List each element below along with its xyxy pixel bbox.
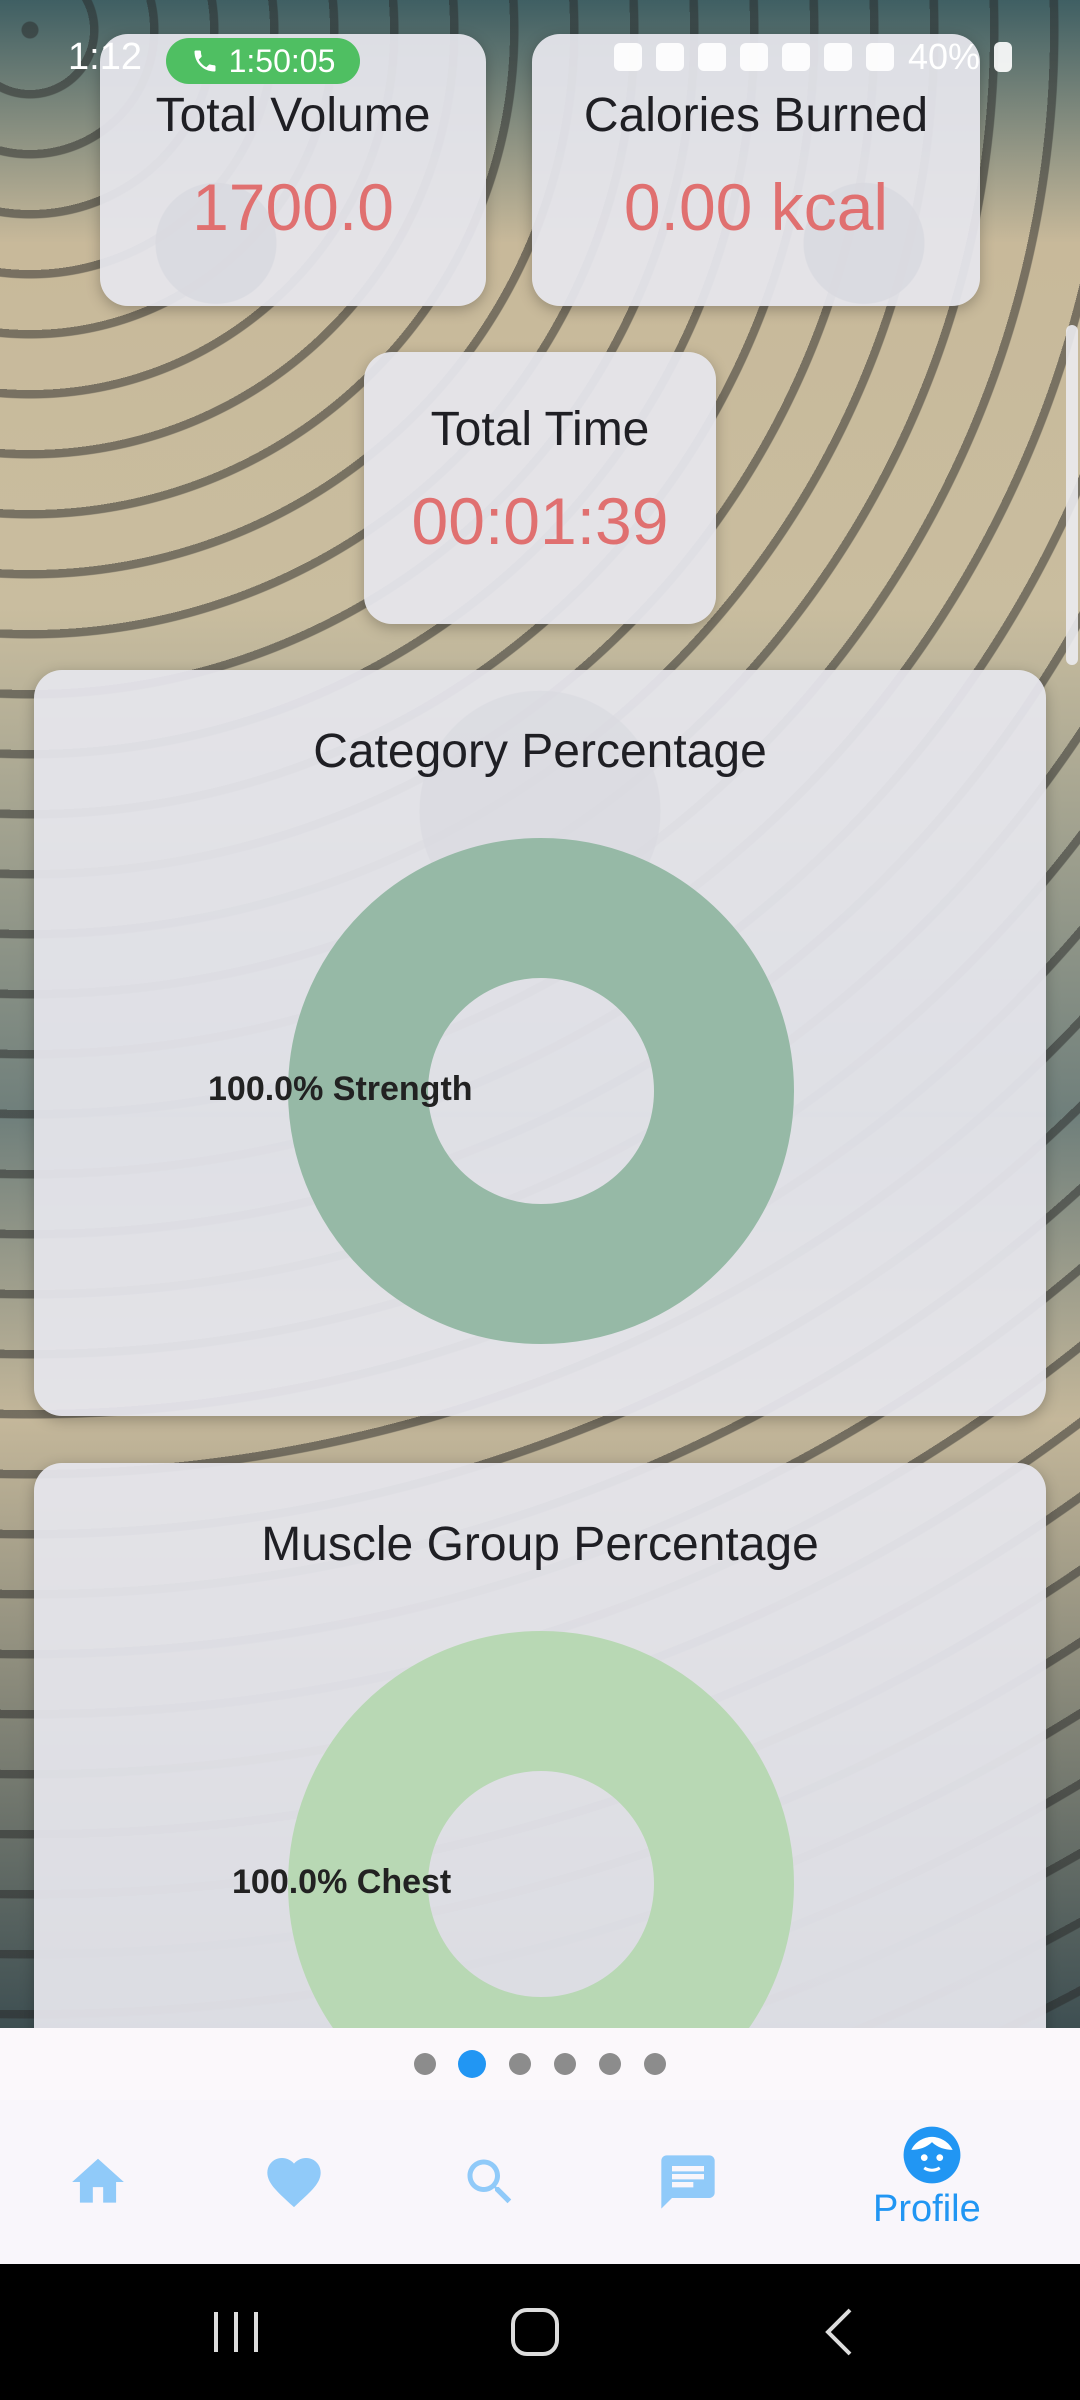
status-icons: 40% bbox=[613, 36, 1012, 78]
call-timer: 1:50:05 bbox=[228, 42, 336, 79]
nav-favorites[interactable] bbox=[224, 2100, 364, 2264]
notification-icon bbox=[613, 43, 642, 71]
page-dot-1[interactable] bbox=[414, 2053, 436, 2075]
wifi-call-icon bbox=[781, 43, 810, 71]
nav-profile-label: Profile bbox=[873, 2188, 981, 2230]
scrollbar[interactable] bbox=[1066, 325, 1078, 665]
data-4g-icon bbox=[823, 43, 852, 71]
total-time-card: Total Time 00:01:39 bbox=[364, 352, 716, 624]
nav-messages[interactable] bbox=[618, 2100, 758, 2264]
phone-icon bbox=[194, 50, 216, 72]
home-button-icon[interactable] bbox=[505, 2304, 565, 2360]
page-dot-6[interactable] bbox=[644, 2053, 666, 2075]
page-dot-2[interactable] bbox=[458, 2050, 486, 2078]
muscle-donut-chart bbox=[288, 1631, 794, 2031]
total-time-value: 00:01:39 bbox=[411, 484, 669, 558]
nav-home[interactable] bbox=[28, 2100, 168, 2264]
signal-icon bbox=[865, 43, 894, 71]
page-dot-4[interactable] bbox=[554, 2053, 576, 2075]
recent-apps-icon[interactable] bbox=[206, 2304, 266, 2360]
muscle-slice-label: 100.0% Chest bbox=[232, 1863, 452, 1901]
profile-icon bbox=[903, 2126, 961, 2184]
ongoing-call-pill[interactable]: 1:50:05 bbox=[166, 38, 360, 84]
calories-value: 0.00 kcal bbox=[623, 170, 889, 244]
total-time-title: Total Time bbox=[430, 403, 650, 456]
category-chart-card: Category Percentage 100.0% Strength bbox=[34, 670, 1046, 1416]
category-chart-title: Category Percentage bbox=[313, 725, 767, 778]
total-volume-value: 1700.0 bbox=[192, 170, 394, 244]
page-indicator bbox=[0, 2028, 1080, 2100]
home-icon bbox=[72, 2158, 124, 2203]
battery-charging-icon bbox=[994, 42, 1012, 72]
status-bar: 1:12 1:50:05 40% bbox=[0, 0, 1080, 120]
status-time: 1:12 bbox=[68, 36, 142, 78]
muscle-chart-title: Muscle Group Percentage bbox=[261, 1518, 819, 1571]
search-icon bbox=[467, 2159, 512, 2204]
mute-icon bbox=[697, 43, 726, 71]
system-navigation-bar bbox=[0, 2264, 1080, 2400]
page-dot-5[interactable] bbox=[599, 2053, 621, 2075]
nav-profile[interactable] bbox=[862, 2100, 1002, 2264]
category-slice-label: 100.0% Strength bbox=[208, 1070, 473, 1108]
bottom-navigation: Profile bbox=[0, 2100, 1080, 2264]
alarm-icon bbox=[655, 43, 684, 71]
page-dot-3[interactable] bbox=[509, 2053, 531, 2075]
heart-icon bbox=[267, 2158, 321, 2208]
chat-icon bbox=[661, 2155, 715, 2209]
nav-search[interactable] bbox=[420, 2100, 560, 2264]
hotspot-icon bbox=[739, 43, 768, 71]
back-icon[interactable] bbox=[810, 2304, 870, 2360]
muscle-chart-card: Muscle Group Percentage 100.0% Chest bbox=[34, 1463, 1046, 2103]
battery-percent: 40% bbox=[907, 36, 980, 77]
